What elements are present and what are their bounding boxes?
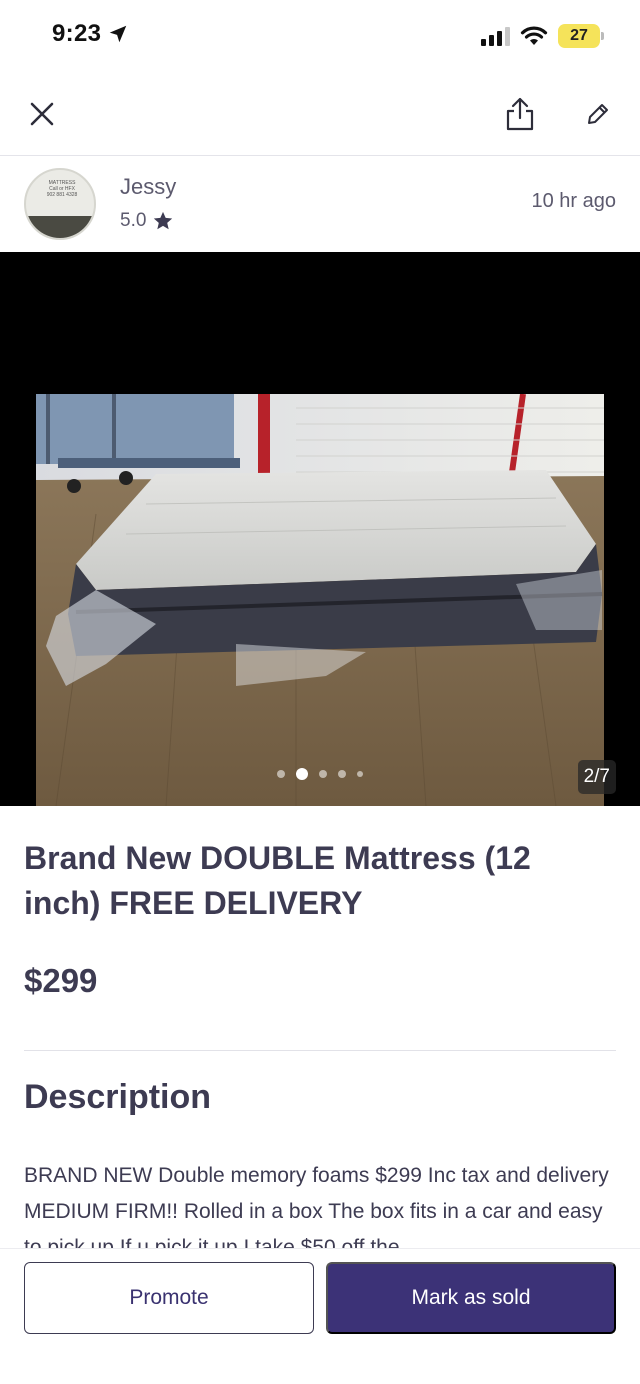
description-heading: Description [24,1078,212,1116]
listing-title: Brand New DOUBLE Mattress (12 inch) FREE… [24,840,531,921]
close-button[interactable] [18,90,66,138]
location-arrow-icon [110,25,127,43]
seller-info[interactable]: MATTRESS Call or HFX 902 881 4328 Jessy 5.… [0,156,640,252]
status-time-group: 9:23 [52,20,129,48]
edit-button[interactable] [574,90,622,138]
wifi-icon [520,26,548,45]
photo-dot[interactable] [319,770,327,778]
promote-button[interactable]: Promote [24,1262,314,1334]
description-text: BRAND NEW Double memory foams $299 Inc t… [24,1164,609,1250]
mark-as-sold-button[interactable]: Mark as sold [326,1262,616,1334]
cellular-signal-icon [481,27,510,46]
posted-time: 10 hr ago [531,190,616,212]
seller-avatar[interactable]: MATTRESS Call or HFX 902 881 4328 [24,168,96,240]
listing-price: $299 [24,962,98,999]
status-time: 9:23 [52,20,102,47]
battery-icon: 27 [558,24,604,48]
close-icon [30,102,54,126]
mattress-photo-image [36,394,604,806]
photo-counter: 2/7 [577,760,616,794]
photo-dot[interactable] [357,771,363,777]
seller-name[interactable]: Jessy [120,174,176,200]
status-icons: 27 [480,24,604,48]
photo-dot-active[interactable] [296,768,308,780]
status-bar: 9:23 27 [0,0,640,72]
photo-carousel[interactable]: 2/7 [0,252,640,806]
top-navigation [0,72,640,156]
avatar-sign-text: MATTRESS Call or HFX 902 881 4328 [46,180,78,198]
star-icon [154,211,173,230]
share-button[interactable] [496,90,544,138]
photo-pagination-dots [0,768,640,780]
photo-dot[interactable] [338,770,346,778]
share-icon [506,97,534,131]
rating-value: 5.0 [120,210,147,231]
edit-pencil-icon [588,104,608,124]
seller-rating: 5.0 [120,210,174,232]
photo-dot[interactable] [277,770,285,778]
battery-level: 27 [570,27,588,44]
bottom-action-bar: Promote Mark as sold [0,1248,640,1384]
section-divider [24,1050,616,1051]
listing-photo[interactable] [36,394,604,806]
